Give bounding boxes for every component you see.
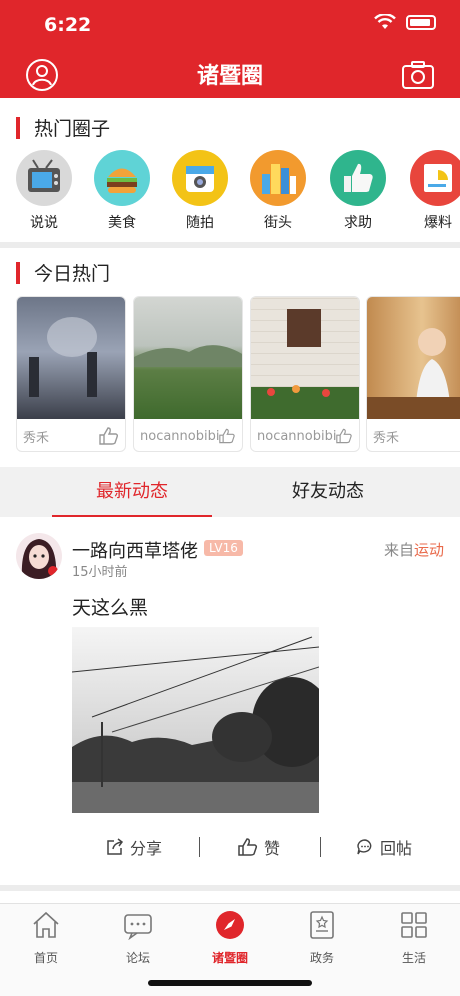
section-title-text: 今日热门 [34, 263, 111, 285]
hot-card-user: 秀禾 [373, 430, 400, 446]
camera-icon[interactable] [401, 58, 435, 92]
reply-button[interactable]: 回帖 [356, 832, 412, 862]
hot-card-meta: nocannobibi [251, 419, 359, 451]
compass-icon [216, 911, 244, 939]
hot-card-meta: 秀禾 [17, 419, 125, 451]
thumbs-up-icon[interactable] [336, 427, 353, 445]
post-source: 来自运动 [384, 539, 444, 560]
reply-label: 回帖 [380, 839, 413, 858]
circle-label: 爆料 [424, 215, 452, 231]
nav-item-zhuji-circle[interactable]: 诸暨圈 [184, 910, 276, 966]
hot-card[interactable]: 秀禾 [16, 296, 126, 452]
hot-card[interactable]: 秀禾 [366, 296, 460, 452]
status-time: 6:22 [44, 14, 92, 36]
thumbs-up-icon[interactable] [219, 427, 236, 445]
action-separator [320, 837, 321, 857]
thumbs-up-icon [238, 838, 258, 856]
post-time: 15小时前 [72, 565, 128, 580]
thumbs-up-icon [330, 150, 386, 206]
post-source-prefix: 来自 [383, 541, 414, 559]
tab-underline [52, 515, 212, 517]
section-divider [0, 242, 460, 248]
comment-icon [357, 839, 372, 855]
tv-icon [16, 150, 72, 206]
status-icons [374, 14, 436, 30]
nav-label: 政务 [309, 951, 334, 965]
page-title: 诸暨圈 [196, 64, 263, 89]
forum-icon [124, 914, 152, 941]
burger-icon [94, 150, 150, 206]
circle-item-news[interactable]: 爆料 [398, 150, 460, 232]
circle-label: 随拍 [186, 215, 214, 231]
tab-friends[interactable]: 好友动态 [213, 467, 443, 517]
thumbs-up-icon[interactable] [99, 427, 119, 445]
section-title-text: 热门圈子 [34, 118, 111, 140]
hot-card-photo [367, 297, 460, 419]
chart-icon [410, 150, 460, 206]
post-image[interactable] [72, 627, 319, 813]
section-accent-bar [16, 261, 20, 284]
post-divider [0, 885, 460, 891]
circle-label: 美食 [108, 215, 136, 231]
avatar[interactable] [16, 533, 62, 579]
circle-item-street[interactable]: 街头 [238, 150, 318, 232]
share-label: 分享 [130, 839, 163, 858]
hot-card-meta: nocannobibi [134, 419, 242, 451]
circle-item-help[interactable]: 求助 [318, 150, 398, 232]
nav-label: 生活 [401, 951, 426, 965]
share-button[interactable]: 分享 [106, 832, 162, 862]
hot-card-user: nocannobibi [140, 428, 220, 444]
hot-card-user: 秀禾 [23, 430, 50, 446]
app-header: 6:22 诸暨圈 [0, 0, 460, 98]
hot-card[interactable]: nocannobibi [133, 296, 243, 452]
gov-doc-icon [310, 911, 334, 939]
level-badge: LV16 [204, 540, 243, 556]
post-source-tag[interactable]: 运动 [414, 541, 444, 559]
hot-card-meta: 秀禾 [367, 419, 460, 451]
circle-label: 求助 [344, 215, 372, 231]
nav-label: 首页 [33, 951, 58, 965]
feed-tabs: 最新动态 好友动态 [0, 467, 460, 517]
circle-item-food[interactable]: 美食 [82, 150, 162, 232]
wifi-icon [374, 14, 396, 29]
hot-card-photo [17, 297, 125, 419]
hot-circles-row: 说说 美食 随拍 街头 求助 爆料 [0, 150, 460, 240]
circle-item-shuoshuo[interactable]: 说说 [4, 150, 84, 232]
action-separator [199, 837, 200, 857]
hot-card-photo [251, 297, 359, 419]
section-title-today-hot: 今日热门 [16, 259, 110, 286]
section-title-hot-circles: 热门圈子 [16, 114, 110, 141]
circle-item-snapshot[interactable]: 随拍 [160, 150, 240, 232]
grid-icon [401, 912, 427, 938]
hot-card-user: nocannobibi [257, 428, 337, 444]
nav-item-home[interactable]: 首页 [0, 910, 92, 966]
nav-item-forum[interactable]: 论坛 [92, 910, 184, 966]
hot-card-photo [134, 297, 242, 419]
camera-icon [172, 150, 228, 206]
like-button[interactable]: 赞 [238, 832, 280, 862]
share-icon [107, 838, 124, 855]
nav-label: 诸暨圈 [211, 951, 248, 965]
nav-item-government[interactable]: 政务 [276, 910, 368, 966]
hot-card[interactable]: nocannobibi [250, 296, 360, 452]
home-indicator [148, 980, 312, 986]
circle-label: 街头 [264, 215, 292, 231]
nav-item-life[interactable]: 生活 [368, 910, 460, 966]
like-label: 赞 [264, 839, 281, 858]
post-actions: 分享 赞 回帖 [72, 832, 444, 862]
home-icon [33, 911, 59, 938]
section-accent-bar [16, 116, 20, 139]
post-username[interactable]: 一路向西草塔佬 [72, 537, 198, 563]
nav-label: 论坛 [125, 951, 150, 965]
circle-label: 说说 [30, 215, 58, 231]
city-icon [250, 150, 306, 206]
post-text: 天这么黑 [72, 597, 149, 619]
battery-icon [406, 14, 436, 30]
today-hot-row: 秀禾 nocannobibi nocannobibi 秀禾 [0, 296, 460, 452]
